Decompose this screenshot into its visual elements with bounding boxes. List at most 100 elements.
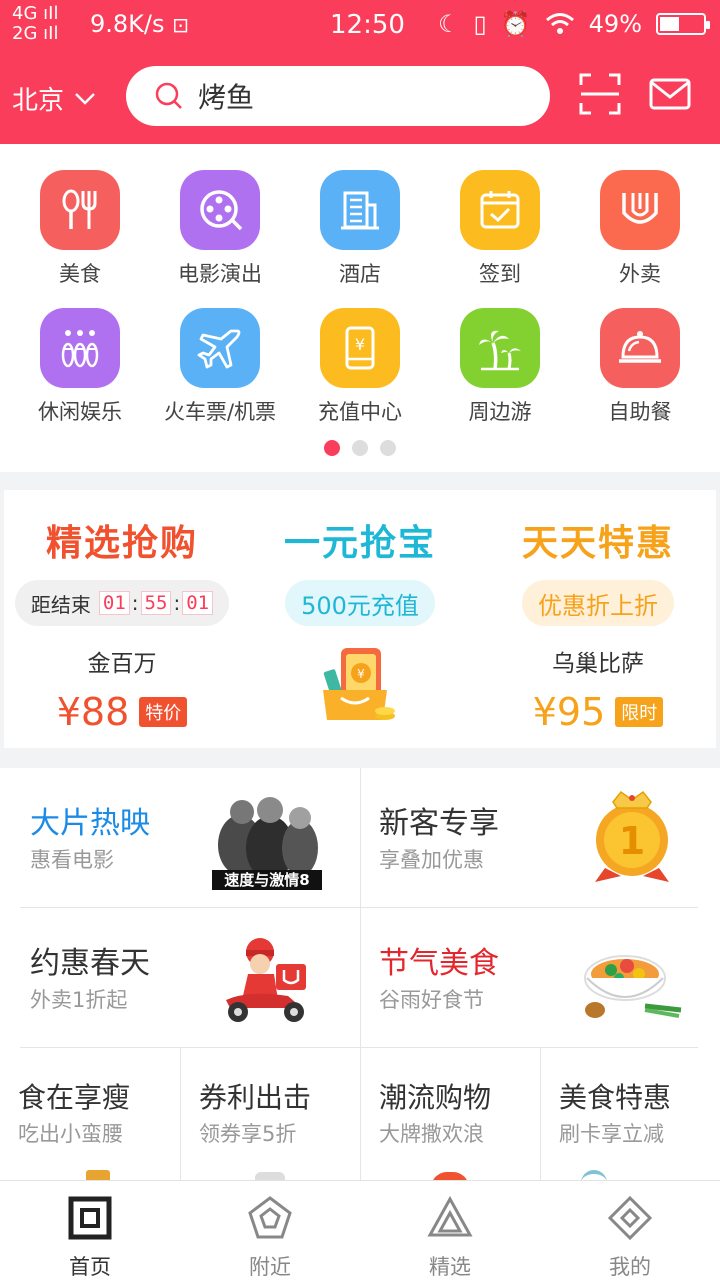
battery-icon [656,13,710,35]
slim-food-card[interactable]: 食在享瘦 吃出小蛮腰 [0,1048,180,1180]
countdown-separator: : [173,591,181,615]
category-item[interactable]: 美食 [10,170,150,288]
coupon-card[interactable]: 券利出击 领券享5折 [181,1048,360,1180]
limited-time-tag: 限时 [615,697,664,727]
phone-yuan-icon: ¥ [320,308,400,388]
airplane-icon [180,308,260,388]
new-user-subtitle: 享叠加优惠 [379,848,484,872]
one-yuan-title: 一元抢宝 [283,523,436,564]
svg-text:¥: ¥ [357,667,365,681]
feature-grid: 大片热映 惠看电影 速度与激情8 新客专享 享叠加优惠 1 约惠春天 外卖1折起 [0,768,720,1180]
tab-profile[interactable]: 我的 [540,1181,720,1280]
countdown-label: 距结束 [30,592,91,617]
hot-movies-card[interactable]: 大片热映 惠看电影 速度与激情8 [0,768,360,907]
spring-deal-title: 约惠春天 [30,946,150,981]
wifi-icon [545,13,574,34]
nearby-pentagon-icon [248,1196,292,1239]
category-label: 火车票/机票 [163,400,277,424]
category-label: 充值中心 [318,400,402,424]
tab-nearby[interactable]: 附近 [180,1181,360,1280]
flash-sale-item-name: 金百万 [87,651,157,677]
seasonal-food-card[interactable]: 节气美食 谷雨好食节 [361,908,720,1047]
seasonal-food-title: 节气美食 [379,946,499,981]
recharge-pill: 500元充值 [285,580,435,626]
profile-diamond-icon [607,1195,653,1241]
daily-deal-item-name: 乌巢比萨 [552,651,644,677]
hot-movies-subtitle: 惠看电影 [30,848,114,872]
daily-deal-card[interactable]: 天天特惠 优惠折上折 乌巢比萨 ¥95 限时 [480,490,716,748]
category-item[interactable]: 自助餐 [570,308,710,426]
food-cloche-icon [600,308,680,388]
tab-nearby-label: 附近 [249,1255,291,1279]
page-indicator [0,440,720,456]
tab-featured-label: 精选 [429,1255,471,1279]
fashion-image [431,1172,469,1180]
flash-sale-card[interactable]: 精选抢购 距结束 01 : 55 : 01 金百万 ¥88 特价 [4,490,240,748]
search-text: 烤鱼 [198,81,255,114]
spring-deal-card[interactable]: 约惠春天 外卖1折起 [0,908,360,1047]
new-user-card[interactable]: 新客专享 享叠加优惠 1 [361,768,720,907]
category-label: 休闲娱乐 [38,400,122,424]
status-icons: ☾ ▯ ⏰ 49% [438,10,710,38]
wallet-coins-icon: ¥ [323,648,395,720]
mail-icon[interactable] [648,72,692,116]
page-dot [380,440,396,456]
network-1-label: 4G [12,3,38,24]
signal-bars-icon: ıIl [43,23,59,44]
gold-medal-icon: 1 [595,790,669,882]
city-selector[interactable]: 北京 [12,80,96,117]
food-deal-card[interactable]: 美食特惠 刷卡享立减 [541,1048,720,1180]
category-item[interactable]: 休闲娱乐 [10,308,150,426]
network-indicator: 4G ıIl 2G ıIl [12,4,58,44]
tab-home-label: 首页 [69,1255,111,1279]
delivery-scooter-icon [226,938,306,1022]
coupon-image [255,1172,285,1180]
food-deal-image [581,1170,607,1180]
spring-deal-subtitle: 外卖1折起 [30,988,128,1012]
alarm-icon: ⏰ [500,10,531,38]
special-price-tag: 特价 [139,697,188,727]
category-label: 签到 [479,262,521,286]
one-yuan-card[interactable]: 一元抢宝 500元充值 ¥ [242,490,478,748]
tab-profile-label: 我的 [609,1255,651,1279]
category-item[interactable]: 外卖 [570,170,710,288]
fashion-subtitle: 大牌撒欢浪 [379,1122,484,1146]
daily-deal-price: ¥95 [532,690,606,734]
flash-sale-price: ¥88 [56,690,130,734]
countdown-minutes: 55 [140,591,172,615]
clock: 12:50 [330,10,405,40]
scan-icon[interactable] [578,72,622,116]
hot-movies-title: 大片热映 [30,806,150,841]
medal-number: 1 [619,819,645,863]
category-item[interactable]: 签到 [430,170,570,288]
flash-sale-title: 精选抢购 [45,523,198,564]
food-bowl-icon [584,955,682,1018]
category-label: 酒店 [339,262,381,286]
category-item[interactable]: 周边游 [430,308,570,426]
food-deal-title: 美食特惠 [559,1081,672,1114]
daily-deal-title: 天天特惠 [521,523,674,564]
fashion-card[interactable]: 潮流购物 大牌撒欢浪 [361,1048,540,1180]
search-input[interactable]: 烤鱼 [126,66,550,126]
tab-home[interactable]: 首页 [0,1181,180,1280]
category-item[interactable]: 酒店 [290,170,430,288]
search-icon [155,82,182,109]
tab-featured[interactable]: 精选 [360,1181,540,1280]
category-label: 外卖 [619,262,661,286]
battery-percent: 49% [588,10,642,38]
hotel-building-icon [320,170,400,250]
category-grid: 美食 电影演出 酒店 签到 外卖休闲娱乐 火车票/机票 ¥ 充值中心 周边游 自助餐 [0,144,720,472]
category-item[interactable]: 火车票/机票 [150,308,290,426]
countdown: 距结束 01 : 55 : 01 [14,580,230,626]
category-item[interactable]: ¥ 充值中心 [290,308,430,426]
fork-knife-icon [40,170,120,250]
calendar-check-icon [460,170,540,250]
bottom-tab-bar: 首页 附近 精选 我的 [0,1180,720,1280]
category-item[interactable]: 电影演出 [150,170,290,288]
slim-food-subtitle: 吃出小蛮腰 [18,1122,123,1146]
poster-title: 速度与激情8 [224,871,309,889]
top-header: 4G ıIl 2G ıIl 9.8K/s ⊡ 12:50 ☾ ▯ ⏰ 49% 北… [0,0,720,144]
chevron-down-icon [75,92,95,105]
net-speed: 9.8K/s ⊡ [90,10,189,38]
countdown-seconds: 01 [182,591,214,615]
